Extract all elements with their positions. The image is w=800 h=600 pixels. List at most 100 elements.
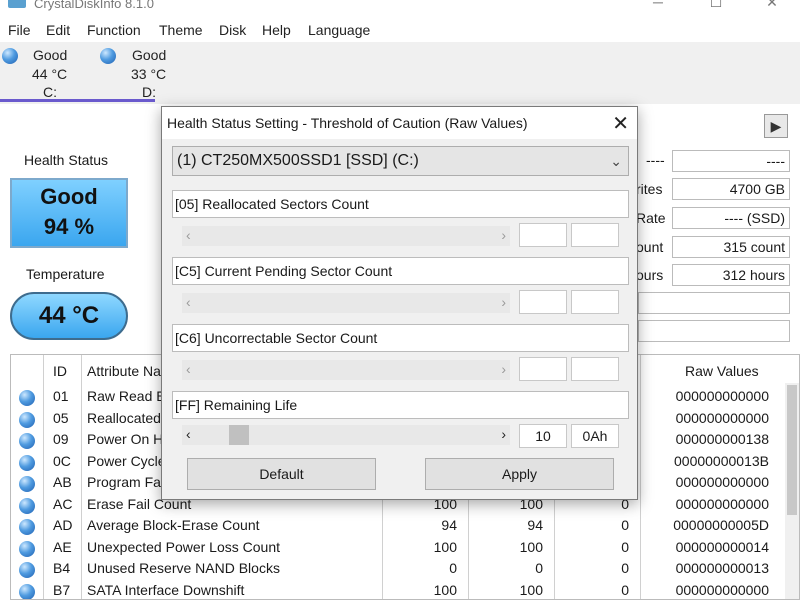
slider-thumb[interactable] (229, 425, 249, 445)
info-label-host-writes: rites (636, 181, 663, 197)
scroll-left-icon[interactable]: ‹ (186, 426, 191, 442)
cell-attribute-name: Unexpected Power Loss Count (87, 538, 280, 555)
selected-disk-indicator (0, 99, 155, 102)
cell-attribute-name: SATA Interface Downshift (87, 581, 245, 598)
scroll-left-icon[interactable]: ‹ (186, 361, 191, 377)
slider-remaining-life[interactable]: ‹ › (182, 425, 510, 445)
cell-raw-value: 000000000014 (675, 538, 769, 555)
default-button[interactable]: Default (187, 458, 376, 490)
disk-temp: 44 °C (32, 66, 68, 82)
temperature-box: 44 °C (10, 292, 128, 340)
disk-tab-c[interactable]: Good 44 °C C: (2, 44, 82, 102)
drive-select[interactable]: (1) CT250MX500SSD1 [SSD] (C:) ⌄ (172, 146, 629, 176)
status-orb-icon (19, 476, 35, 492)
menu-bar: File Edit Function Theme Disk Help Langu… (0, 22, 800, 42)
value-reallocated[interactable] (519, 223, 567, 247)
info-value-power-on-hours: 312 hours (672, 264, 790, 286)
info-value-rotation-rate: ---- (SSD) (672, 207, 790, 229)
cell-threshold: 0 (621, 517, 629, 533)
cell-attribute-name: Unused Reserve NAND Blocks (87, 560, 280, 576)
scroll-left-icon[interactable]: ‹ (186, 294, 191, 310)
menu-help[interactable]: Help (262, 22, 291, 38)
hex-remaining-life[interactable]: 0Ah (571, 424, 619, 448)
table-row[interactable]: B7 SATA Interface Downshift 100 100 0 0000000… (11, 580, 787, 599)
scroll-left-icon[interactable]: ‹ (186, 227, 191, 243)
cell-current: 100 (433, 538, 457, 555)
column-header-raw[interactable]: Raw Values (685, 363, 759, 379)
cell-id: B7 (53, 581, 71, 598)
temperature-value: 44 °C (38, 302, 100, 329)
menu-disk[interactable]: Disk (219, 22, 246, 38)
next-disk-button[interactable]: ▶ (764, 114, 788, 138)
status-orb-icon (100, 48, 116, 64)
maximize-button[interactable]: ☐ (706, 0, 726, 10)
cell-id: AD (53, 517, 73, 533)
cell-attribute-name: Average Block-Erase Count (87, 517, 260, 533)
info-label-rotation-rate: Rate (636, 210, 666, 226)
status-orb-icon (19, 583, 35, 599)
table-row[interactable]: AD Average Block-Erase Count 94 94 0 00000000… (11, 515, 787, 537)
column-header-id[interactable]: ID (53, 363, 67, 379)
cell-id: 05 (53, 409, 69, 426)
cell-id: 09 (53, 431, 69, 447)
health-status-box[interactable]: Good 94 % (10, 178, 128, 248)
disk-bar: Good 44 °C C: Good 33 °C D: (0, 42, 800, 104)
cell-id: AC (53, 495, 73, 512)
scroll-right-icon[interactable]: › (501, 361, 506, 377)
scroll-right-icon[interactable]: › (501, 426, 506, 442)
minimize-button[interactable]: ─ (648, 0, 668, 10)
status-orb-icon (19, 433, 35, 449)
info-value-power-on-count: 315 count (672, 236, 790, 258)
disk-tab-d[interactable]: Good 33 °C D: (100, 44, 180, 102)
cell-worst: 100 (519, 538, 543, 555)
cell-raw-value: 000000000000 (675, 474, 769, 490)
slider-reallocated[interactable]: ‹ › (182, 226, 510, 246)
status-orb-icon (19, 540, 35, 557)
info-value-features (638, 292, 790, 314)
hex-pending[interactable] (571, 290, 619, 314)
chevron-down-icon: ⌄ (610, 153, 622, 169)
dialog-title-bar: Health Status Setting - Threshold of Cau… (162, 107, 637, 139)
menu-function[interactable]: Function (87, 22, 141, 38)
dialog-close-icon[interactable]: ✕ (612, 111, 629, 136)
cell-id: AE (53, 538, 72, 555)
menu-language[interactable]: Language (308, 22, 370, 38)
cell-current: 0 (449, 560, 457, 576)
info-label: ---- (646, 152, 665, 168)
scroll-right-icon[interactable]: › (501, 227, 506, 243)
menu-file[interactable]: File (8, 22, 31, 38)
menu-edit[interactable]: Edit (46, 22, 70, 38)
column-header-attribute[interactable]: Attribute Na (87, 363, 161, 379)
table-row[interactable]: AE Unexpected Power Loss Count 100 100 0 0000… (11, 537, 787, 559)
cell-id: AB (53, 474, 72, 490)
scroll-right-icon[interactable]: › (501, 294, 506, 310)
table-row[interactable]: B4 Unused Reserve NAND Blocks 0 0 0 000000000… (11, 558, 787, 580)
hex-reallocated[interactable] (571, 223, 619, 247)
disk-letter: D: (142, 84, 156, 100)
value-uncorrectable[interactable] (519, 357, 567, 381)
cell-attribute-name: Reallocated (87, 409, 161, 426)
value-pending[interactable] (519, 290, 567, 314)
temperature-label: Temperature (26, 266, 105, 282)
cell-raw-value: 000000000013 (675, 560, 769, 576)
threshold-dialog: Health Status Setting - Threshold of Cau… (161, 106, 638, 500)
menu-theme[interactable]: Theme (159, 22, 203, 38)
table-scrollbar-thumb[interactable] (787, 385, 797, 515)
slider-uncorrectable[interactable]: ‹ › (182, 360, 510, 380)
attr-label-uncorrectable: [C6] Uncorrectable Sector Count (172, 324, 629, 352)
info-label-power-on-count: ount (636, 239, 664, 255)
cell-raw-value: 000000000000 (675, 495, 769, 512)
apply-button[interactable]: Apply (425, 458, 614, 490)
slider-pending[interactable]: ‹ › (182, 293, 510, 313)
close-window-button[interactable]: ✕ (762, 0, 782, 10)
value-remaining-life[interactable]: 10 (519, 424, 567, 448)
cell-attribute-name: Raw Read E (87, 388, 166, 404)
cell-raw-value: 00000000013B (674, 452, 769, 469)
cell-current: 100 (433, 581, 457, 598)
health-percent: 94 % (43, 214, 95, 239)
info-label-power-on-hours: ours (636, 267, 664, 283)
health-status-text: Good (40, 184, 98, 209)
status-orb-icon (19, 454, 35, 471)
hex-uncorrectable[interactable] (571, 357, 619, 381)
status-orb-icon (19, 519, 35, 535)
